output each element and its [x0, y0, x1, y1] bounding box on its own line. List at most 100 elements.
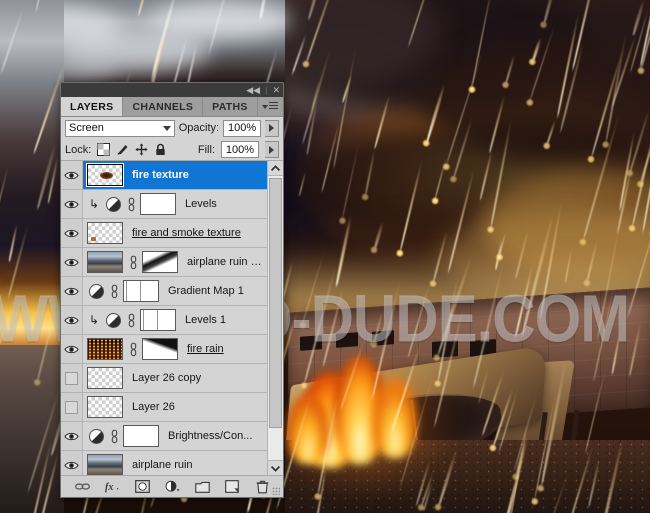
mask-link-icon[interactable] — [126, 313, 136, 328]
layer-visibility-toggle[interactable] — [61, 277, 83, 305]
layer-visibility-toggle[interactable] — [61, 161, 83, 189]
layer-thumbnail[interactable] — [86, 163, 124, 187]
mask-link-icon[interactable] — [128, 342, 138, 357]
layer-mask-thumbnail[interactable] — [123, 280, 159, 302]
layer-visibility-toggle[interactable] — [61, 451, 83, 475]
tab-channels[interactable]: CHANNELS — [123, 97, 204, 116]
blend-mode-value: Screen — [69, 122, 104, 134]
eye-visible-icon — [64, 345, 79, 353]
layer-mask-thumbnail[interactable] — [142, 251, 178, 273]
eye-visible-icon — [64, 200, 79, 208]
link-layers-icon[interactable] — [74, 479, 90, 494]
layer-thumbnail[interactable] — [87, 454, 123, 475]
adjustment-layer-icon[interactable] — [165, 479, 180, 494]
layer-name: Brightness/Con... — [168, 430, 253, 442]
opacity-slider-button[interactable] — [265, 119, 279, 137]
layer-visibility-toggle[interactable] — [61, 219, 83, 247]
layers-scroll-area: fire texture ↳ Levels fire and smoke textur… — [61, 161, 283, 475]
layer-thumbnail[interactable] — [87, 251, 123, 273]
eye-hidden-icon — [65, 400, 78, 414]
tab-channels-label: CHANNELS — [132, 100, 194, 113]
layer-visibility-toggle[interactable] — [61, 335, 83, 363]
new-group-icon[interactable] — [194, 479, 210, 494]
layer-thumbnail[interactable] — [87, 222, 123, 244]
layers-panel[interactable]: ◀◀ | ✕ LAYERS CHANNELS PATHS Screen Opac… — [60, 82, 284, 498]
panel-footer-toolbar: fx — [61, 475, 283, 497]
layer-row[interactable]: fire and smoke texture — [61, 219, 267, 248]
layer-visibility-toggle[interactable] — [61, 190, 83, 218]
blend-mode-select[interactable]: Screen — [65, 119, 175, 137]
tab-layers[interactable]: LAYERS — [61, 97, 124, 116]
eye-hidden-icon — [65, 371, 78, 385]
delete-layer-icon[interactable] — [255, 479, 270, 494]
adjustment-layer-thumbnail[interactable] — [106, 196, 121, 212]
layer-mask-thumbnail[interactable] — [140, 193, 176, 215]
scroll-down-button[interactable] — [268, 460, 283, 475]
scrollbar-track[interactable] — [268, 176, 283, 460]
scrollbar-thumb[interactable] — [269, 178, 282, 428]
collapse-icon[interactable]: ◀◀ — [246, 85, 260, 95]
layer-name: Layer 26 copy — [132, 372, 202, 384]
layer-visibility-toggle[interactable] — [61, 248, 83, 276]
layer-name: airplane ruin co... — [187, 256, 267, 268]
opacity-input[interactable]: 100% — [223, 119, 262, 137]
layer-thumbnail[interactable] — [87, 338, 123, 360]
fx-icon[interactable]: fx — [105, 479, 120, 494]
layer-name: Layer 26 — [132, 401, 175, 413]
mask-link-icon — [111, 429, 117, 443]
layer-mask-thumbnail[interactable] — [123, 425, 159, 447]
layers-list[interactable]: fire texture ↳ Levels fire and smoke textur… — [61, 161, 267, 475]
layer-row[interactable]: Gradient Map 1 — [61, 277, 267, 306]
layer-row[interactable]: Layer 26 — [61, 393, 267, 422]
lock-transparent-pixels-icon[interactable] — [97, 143, 111, 156]
lock-position-icon[interactable] — [135, 143, 148, 156]
mask-link-icon[interactable] — [109, 284, 119, 299]
layer-row[interactable]: airplane ruin co... — [61, 248, 267, 277]
scroll-up-button[interactable] — [268, 161, 283, 176]
layer-thumbnail[interactable] — [87, 396, 123, 418]
layer-mask-thumbnail[interactable] — [140, 309, 176, 331]
tab-paths[interactable]: PATHS — [203, 97, 258, 116]
layer-mask-thumbnail[interactable] — [142, 338, 178, 360]
fuselage-window — [336, 332, 358, 348]
resize-grip[interactable] — [272, 487, 280, 495]
mask-link-icon[interactable] — [109, 429, 119, 444]
mask-link-icon[interactable] — [126, 197, 136, 212]
lock-image-pixels-icon[interactable] — [116, 143, 129, 156]
adjustment-layer-thumbnail[interactable] — [89, 428, 104, 444]
fill-slider-button[interactable] — [265, 141, 279, 158]
panel-menu-icon[interactable] — [262, 97, 283, 116]
add-layer-mask-icon[interactable] — [134, 479, 150, 494]
lock-all-icon[interactable] — [154, 143, 167, 156]
eye-visible-icon — [64, 229, 79, 237]
fill-input[interactable]: 100% — [221, 141, 259, 158]
layer-row[interactable]: Brightness/Con... — [61, 422, 267, 451]
eye-visible-icon — [64, 432, 79, 440]
layer-row[interactable]: airplane ruin — [61, 451, 267, 475]
layer-row[interactable]: fire texture — [61, 161, 267, 190]
layer-visibility-toggle[interactable] — [61, 422, 83, 450]
layer-row[interactable]: ↳ Levels — [61, 190, 267, 219]
layer-visibility-toggle[interactable] — [61, 364, 83, 392]
eye-visible-icon — [64, 287, 79, 295]
layer-row[interactable]: Layer 26 copy — [61, 364, 267, 393]
adjustment-layer-thumbnail[interactable] — [89, 283, 104, 299]
new-layer-icon[interactable] — [225, 479, 240, 494]
mask-link-icon — [130, 342, 136, 356]
tarmac-ground — [0, 345, 64, 513]
adjustment-layer-thumbnail[interactable] — [106, 312, 121, 328]
layer-row[interactable]: fire rain — [61, 335, 267, 364]
chevron-down-icon — [162, 125, 171, 131]
chevron-up-icon — [271, 164, 280, 171]
mask-link-icon — [111, 284, 117, 298]
layer-visibility-toggle[interactable] — [61, 393, 83, 421]
close-icon[interactable]: ✕ — [272, 85, 280, 95]
layer-row[interactable]: ↳ Levels 1 — [61, 306, 267, 335]
mask-link-icon[interactable] — [128, 255, 138, 270]
layers-scrollbar[interactable] — [267, 161, 283, 475]
layer-visibility-toggle[interactable] — [61, 306, 83, 334]
mask-link-icon — [130, 255, 136, 269]
layer-name: fire rain — [187, 343, 224, 355]
layer-thumbnail[interactable] — [87, 367, 123, 389]
caret-down-icon — [262, 104, 268, 109]
